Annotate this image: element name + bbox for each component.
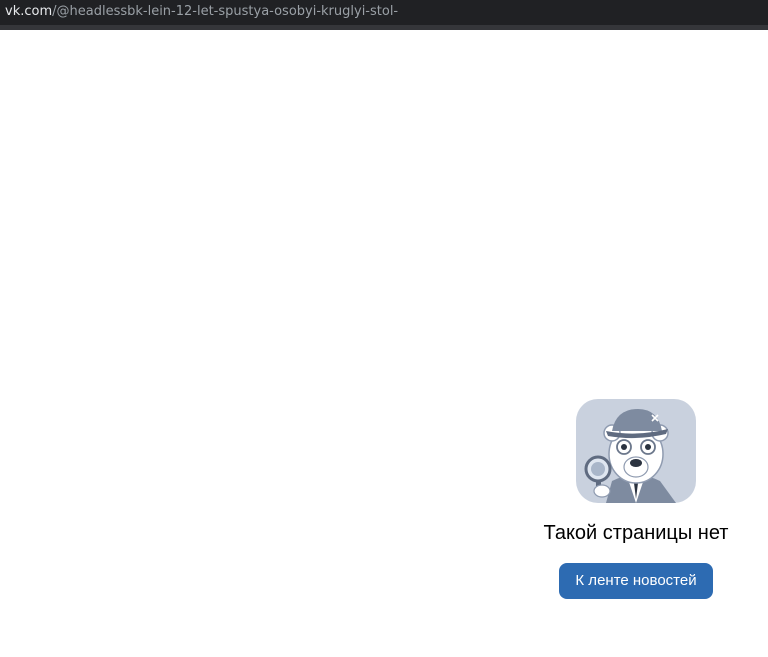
url-path: /@headlessbk-lein-12-let-spustya-osobyi-…	[52, 4, 399, 19]
url-host: vk.com	[5, 4, 53, 19]
address-bar[interactable]: vk.com/@headlessbk-lein-12-let-spustya-o…	[0, 0, 768, 25]
back-to-feed-button[interactable]: К ленте новостей	[559, 563, 713, 599]
detective-bear-icon	[576, 399, 696, 503]
page-not-found-title: Такой страницы нет	[543, 522, 729, 544]
